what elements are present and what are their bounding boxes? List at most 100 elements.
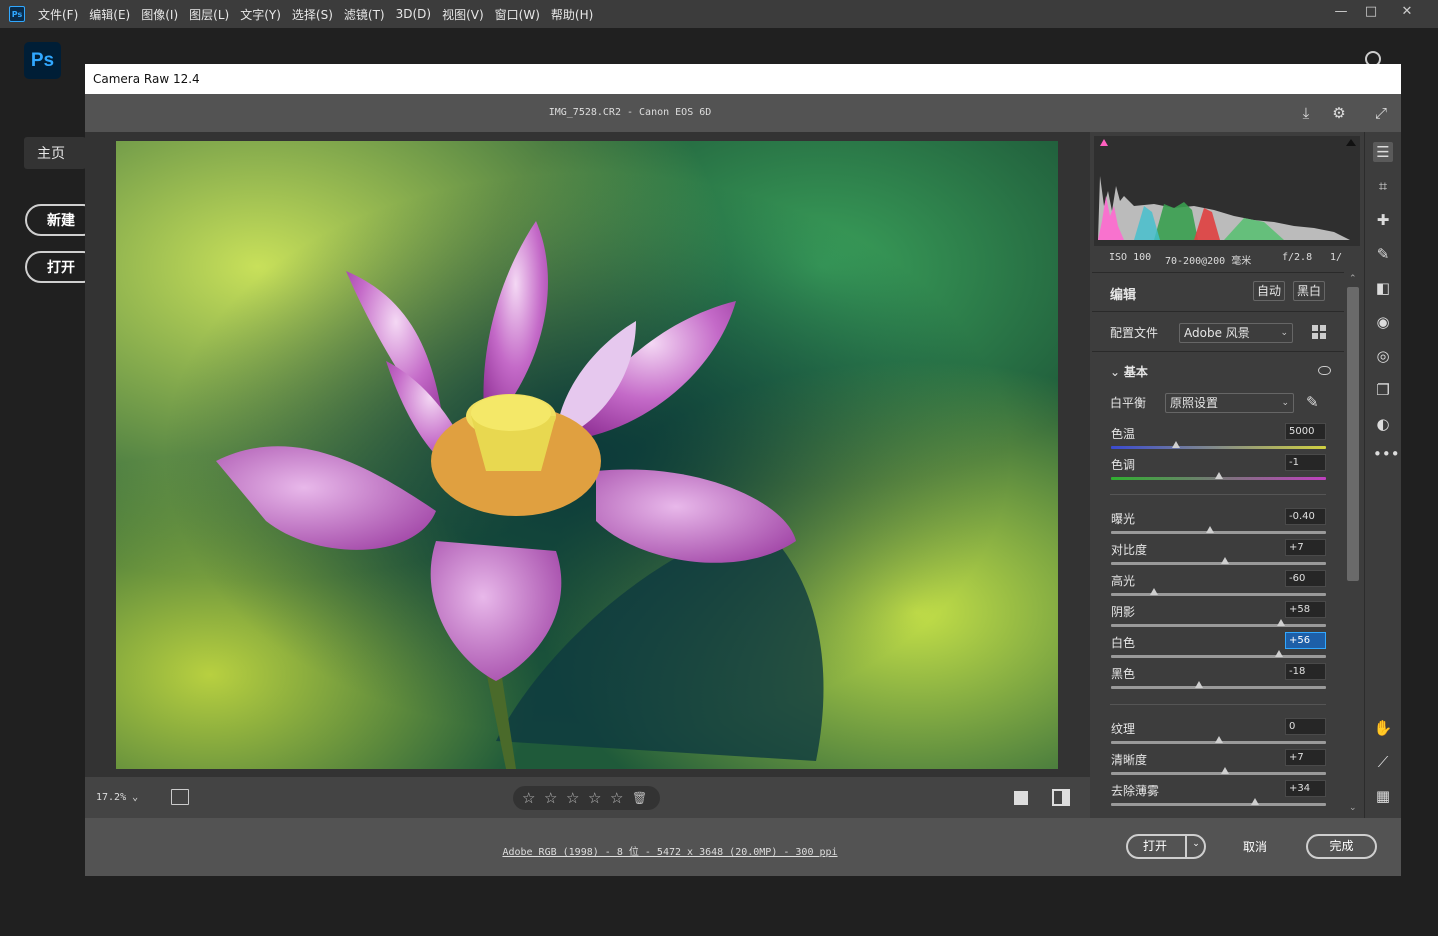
star-4-icon[interactable]: ☆ — [588, 786, 610, 810]
compare-view-icon[interactable] — [1052, 789, 1070, 806]
slider-label: 清晰度 — [1111, 753, 1148, 767]
open-options-chevron-icon[interactable]: ⌄ — [1185, 834, 1205, 859]
camera-raw-title: Camera Raw 12.4 — [85, 64, 1401, 94]
slider-track[interactable] — [1111, 446, 1326, 449]
done-button[interactable]: 完成 — [1306, 834, 1377, 859]
zoom-level[interactable]: 17.2% ⌄ — [96, 792, 138, 803]
menu-file[interactable]: 文件(F) — [38, 6, 78, 23]
fullscreen-icon[interactable]: ⤢ — [1372, 104, 1390, 122]
menu-edit[interactable]: 编辑(E) — [89, 6, 130, 23]
slider-value-input[interactable]: +34 — [1285, 780, 1326, 797]
healing-icon[interactable]: ✚ — [1373, 210, 1393, 230]
menu-layer[interactable]: 图层(L) — [189, 6, 229, 23]
ps-app-icon: Ps — [9, 6, 25, 22]
filmstrip-icon[interactable] — [171, 789, 189, 805]
slider-value-input[interactable]: +58 — [1285, 601, 1326, 618]
minimize-button[interactable]: — — [1326, 2, 1356, 22]
menu-type[interactable]: 文字(Y) — [240, 6, 281, 23]
slider-thumb[interactable] — [1195, 681, 1204, 688]
menu-select[interactable]: 选择(S) — [292, 6, 333, 23]
scroll-up-icon[interactable]: ⌃ — [1349, 274, 1357, 284]
profile-dropdown[interactable]: Adobe 风景 ⌄ — [1179, 323, 1293, 343]
slider-thumb[interactable] — [1220, 557, 1229, 564]
slider-thumb[interactable] — [1276, 619, 1285, 626]
slider-value-input[interactable]: -18 — [1285, 663, 1326, 680]
close-button[interactable]: ✕ — [1392, 2, 1422, 22]
slider-track[interactable] — [1111, 686, 1326, 689]
profile-browser-icon[interactable] — [1312, 325, 1326, 339]
red-eye-icon[interactable]: ◎ — [1373, 346, 1393, 366]
wb-value: 原照设置 — [1170, 396, 1219, 410]
slider-thumb[interactable] — [1220, 767, 1229, 774]
slider-value-input[interactable]: -0.40 — [1285, 508, 1326, 525]
slider-track[interactable] — [1111, 624, 1326, 627]
save-icon[interactable]: ⤓ — [1297, 104, 1315, 122]
cancel-button[interactable]: 取消 — [1243, 838, 1267, 855]
menu-window[interactable]: 窗口(W) — [495, 6, 540, 23]
more-icon[interactable]: ••• — [1373, 444, 1400, 464]
file-name: IMG_7528.CR2 - Canon EOS 6D — [548, 107, 712, 118]
slider-track[interactable] — [1111, 562, 1326, 565]
shutter-value: 1/ — [1330, 252, 1343, 263]
trash-icon[interactable]: 🗑 — [632, 786, 654, 810]
gradient-icon[interactable]: ◧ — [1373, 278, 1393, 298]
slider-thumb[interactable] — [1205, 526, 1214, 533]
open-image-button[interactable]: 打开 ⌄ — [1126, 834, 1206, 859]
slider-value-input[interactable]: 0 — [1285, 718, 1326, 735]
scrollbar-thumb[interactable] — [1347, 287, 1359, 581]
slider-value-input[interactable]: -1 — [1285, 454, 1326, 471]
slider-track[interactable] — [1111, 772, 1326, 775]
eye-icon[interactable] — [1318, 366, 1331, 375]
eyedropper-icon[interactable]: ✎ — [1306, 393, 1319, 411]
slider-value-input[interactable]: -60 — [1285, 570, 1326, 587]
crop-icon[interactable]: ⌗ — [1373, 176, 1393, 196]
slider-value-input[interactable]: +7 — [1285, 749, 1326, 766]
slider-label: 纹理 — [1111, 722, 1136, 736]
slider-thumb[interactable] — [1150, 588, 1158, 595]
star-2-icon[interactable]: ☆ — [544, 786, 566, 810]
menu-filter[interactable]: 滤镜(T) — [344, 6, 385, 23]
star-3-icon[interactable]: ☆ — [566, 786, 588, 810]
slider-thumb[interactable] — [1251, 798, 1260, 805]
radial-icon[interactable]: ◉ — [1373, 312, 1393, 332]
slider-thumb[interactable] — [1214, 472, 1223, 479]
menu-help[interactable]: 帮助(H) — [551, 6, 593, 23]
slider-label: 去除薄雾 — [1111, 784, 1160, 798]
bw-button[interactable]: 黑白 — [1293, 281, 1326, 301]
edit-tool-icon[interactable]: ☰ — [1373, 142, 1393, 162]
slider-track[interactable] — [1111, 593, 1326, 596]
slider-track[interactable] — [1111, 655, 1326, 658]
gear-icon[interactable]: ⚙ — [1330, 104, 1348, 122]
histogram — [1094, 136, 1360, 246]
basic-section-header[interactable]: ⌄ 基本 — [1110, 363, 1148, 380]
slider-value-input[interactable]: +56 — [1285, 632, 1326, 649]
single-view-icon[interactable] — [1014, 791, 1028, 805]
maximize-button[interactable]: □ — [1356, 2, 1386, 22]
star-1-icon[interactable]: ☆ — [522, 786, 544, 810]
snapshots-icon[interactable]: ❐ — [1373, 380, 1393, 400]
brush-icon[interactable]: ✎ — [1373, 244, 1393, 264]
slider-thumb[interactable] — [1214, 736, 1223, 743]
presets-icon[interactable]: ◐ — [1373, 414, 1393, 434]
slider-thumb[interactable] — [1274, 650, 1283, 657]
menu-image[interactable]: 图像(I) — [141, 6, 178, 23]
slider-value-input[interactable]: 5000 — [1285, 423, 1326, 440]
scroll-down-icon[interactable]: ⌄ — [1349, 803, 1357, 813]
slider-label: 对比度 — [1111, 543, 1148, 557]
slider-label: 高光 — [1111, 574, 1136, 588]
star-5-icon[interactable]: ☆ — [610, 786, 632, 810]
lotus-photo[interactable] — [116, 141, 1058, 769]
menu-view[interactable]: 视图(V) — [442, 6, 484, 23]
home-button[interactable]: 主页 — [24, 137, 86, 169]
slider-value-input[interactable]: +7 — [1285, 539, 1326, 556]
menu-3d[interactable]: 3D(D) — [396, 7, 431, 21]
slider-track[interactable] — [1111, 803, 1326, 806]
slider-label: 黑色 — [1111, 667, 1136, 681]
color-sampler-icon[interactable]: ⟋ — [1373, 752, 1393, 772]
grid-icon[interactable]: ▦ — [1373, 786, 1393, 806]
slider-track[interactable] — [1111, 531, 1326, 534]
wb-dropdown[interactable]: 原照设置 ⌄ — [1165, 393, 1294, 413]
auto-button[interactable]: 自动 — [1253, 281, 1286, 301]
hand-icon[interactable]: ✋ — [1373, 718, 1393, 738]
slider-thumb[interactable] — [1171, 441, 1180, 448]
